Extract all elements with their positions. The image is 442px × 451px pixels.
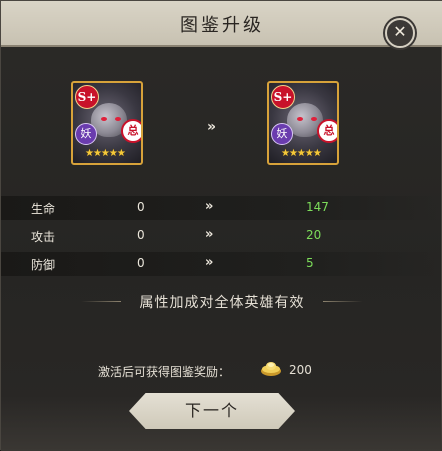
stat-new-value: 20	[306, 228, 322, 242]
gold-ingot-icon	[261, 362, 281, 376]
faction-badge: 妖	[75, 123, 97, 145]
reward-text: 激活后可获得图鉴奖励：	[98, 365, 231, 379]
rank-badge: S+	[75, 85, 99, 109]
upgrade-dialog: 图鉴升级 ✕ S+ 妖 总 ★★★★★ » S+ 妖 总 ★★★★★ 生命 0 …	[0, 0, 442, 451]
reward-amount: 200	[289, 363, 312, 377]
stat-label: 防御	[31, 258, 56, 272]
class-badge: 总	[121, 119, 141, 143]
divider-right	[323, 301, 363, 302]
close-button[interactable]: ✕	[385, 18, 415, 48]
hero-eye-left	[101, 117, 107, 121]
hero-eye-right	[115, 117, 121, 121]
rank-badge: S+	[271, 85, 295, 109]
hero-eye-left	[297, 117, 303, 121]
stat-row-hp: 生命 0 » 147	[1, 196, 442, 220]
stat-new-value: 147	[306, 200, 329, 214]
stat-row-defense: 防御 0 » 5	[1, 252, 442, 276]
class-badge: 总	[317, 119, 337, 143]
stat-label: 攻击	[31, 230, 56, 244]
hero-card-after: S+ 妖 总 ★★★★★	[267, 81, 339, 165]
upgrade-arrow-icon: »	[207, 119, 217, 135]
faction-badge: 妖	[271, 123, 293, 145]
hero-eye-right	[311, 117, 317, 121]
stat-label: 生命	[31, 202, 56, 216]
star-rating: ★★★★★	[281, 148, 322, 159]
stat-row-attack: 攻击 0 » 20	[1, 224, 442, 248]
stat-old-value: 0	[137, 256, 145, 270]
stat-old-value: 0	[137, 228, 145, 242]
next-button[interactable]: 下一个	[129, 393, 295, 429]
star-rating: ★★★★★	[85, 148, 126, 159]
bonus-note: 属性加成对全体英雄有效	[139, 295, 305, 311]
stat-new-value: 5	[306, 256, 314, 270]
stat-arrow-icon: »	[205, 255, 214, 270]
stat-old-value: 0	[137, 200, 145, 214]
hero-card-before: S+ 妖 总 ★★★★★	[71, 81, 143, 165]
stat-arrow-icon: »	[205, 199, 214, 214]
close-icon: ✕	[393, 22, 407, 41]
title-bar: 图鉴升级	[1, 1, 442, 47]
dialog-title: 图鉴升级	[180, 15, 264, 36]
stat-arrow-icon: »	[205, 227, 214, 242]
